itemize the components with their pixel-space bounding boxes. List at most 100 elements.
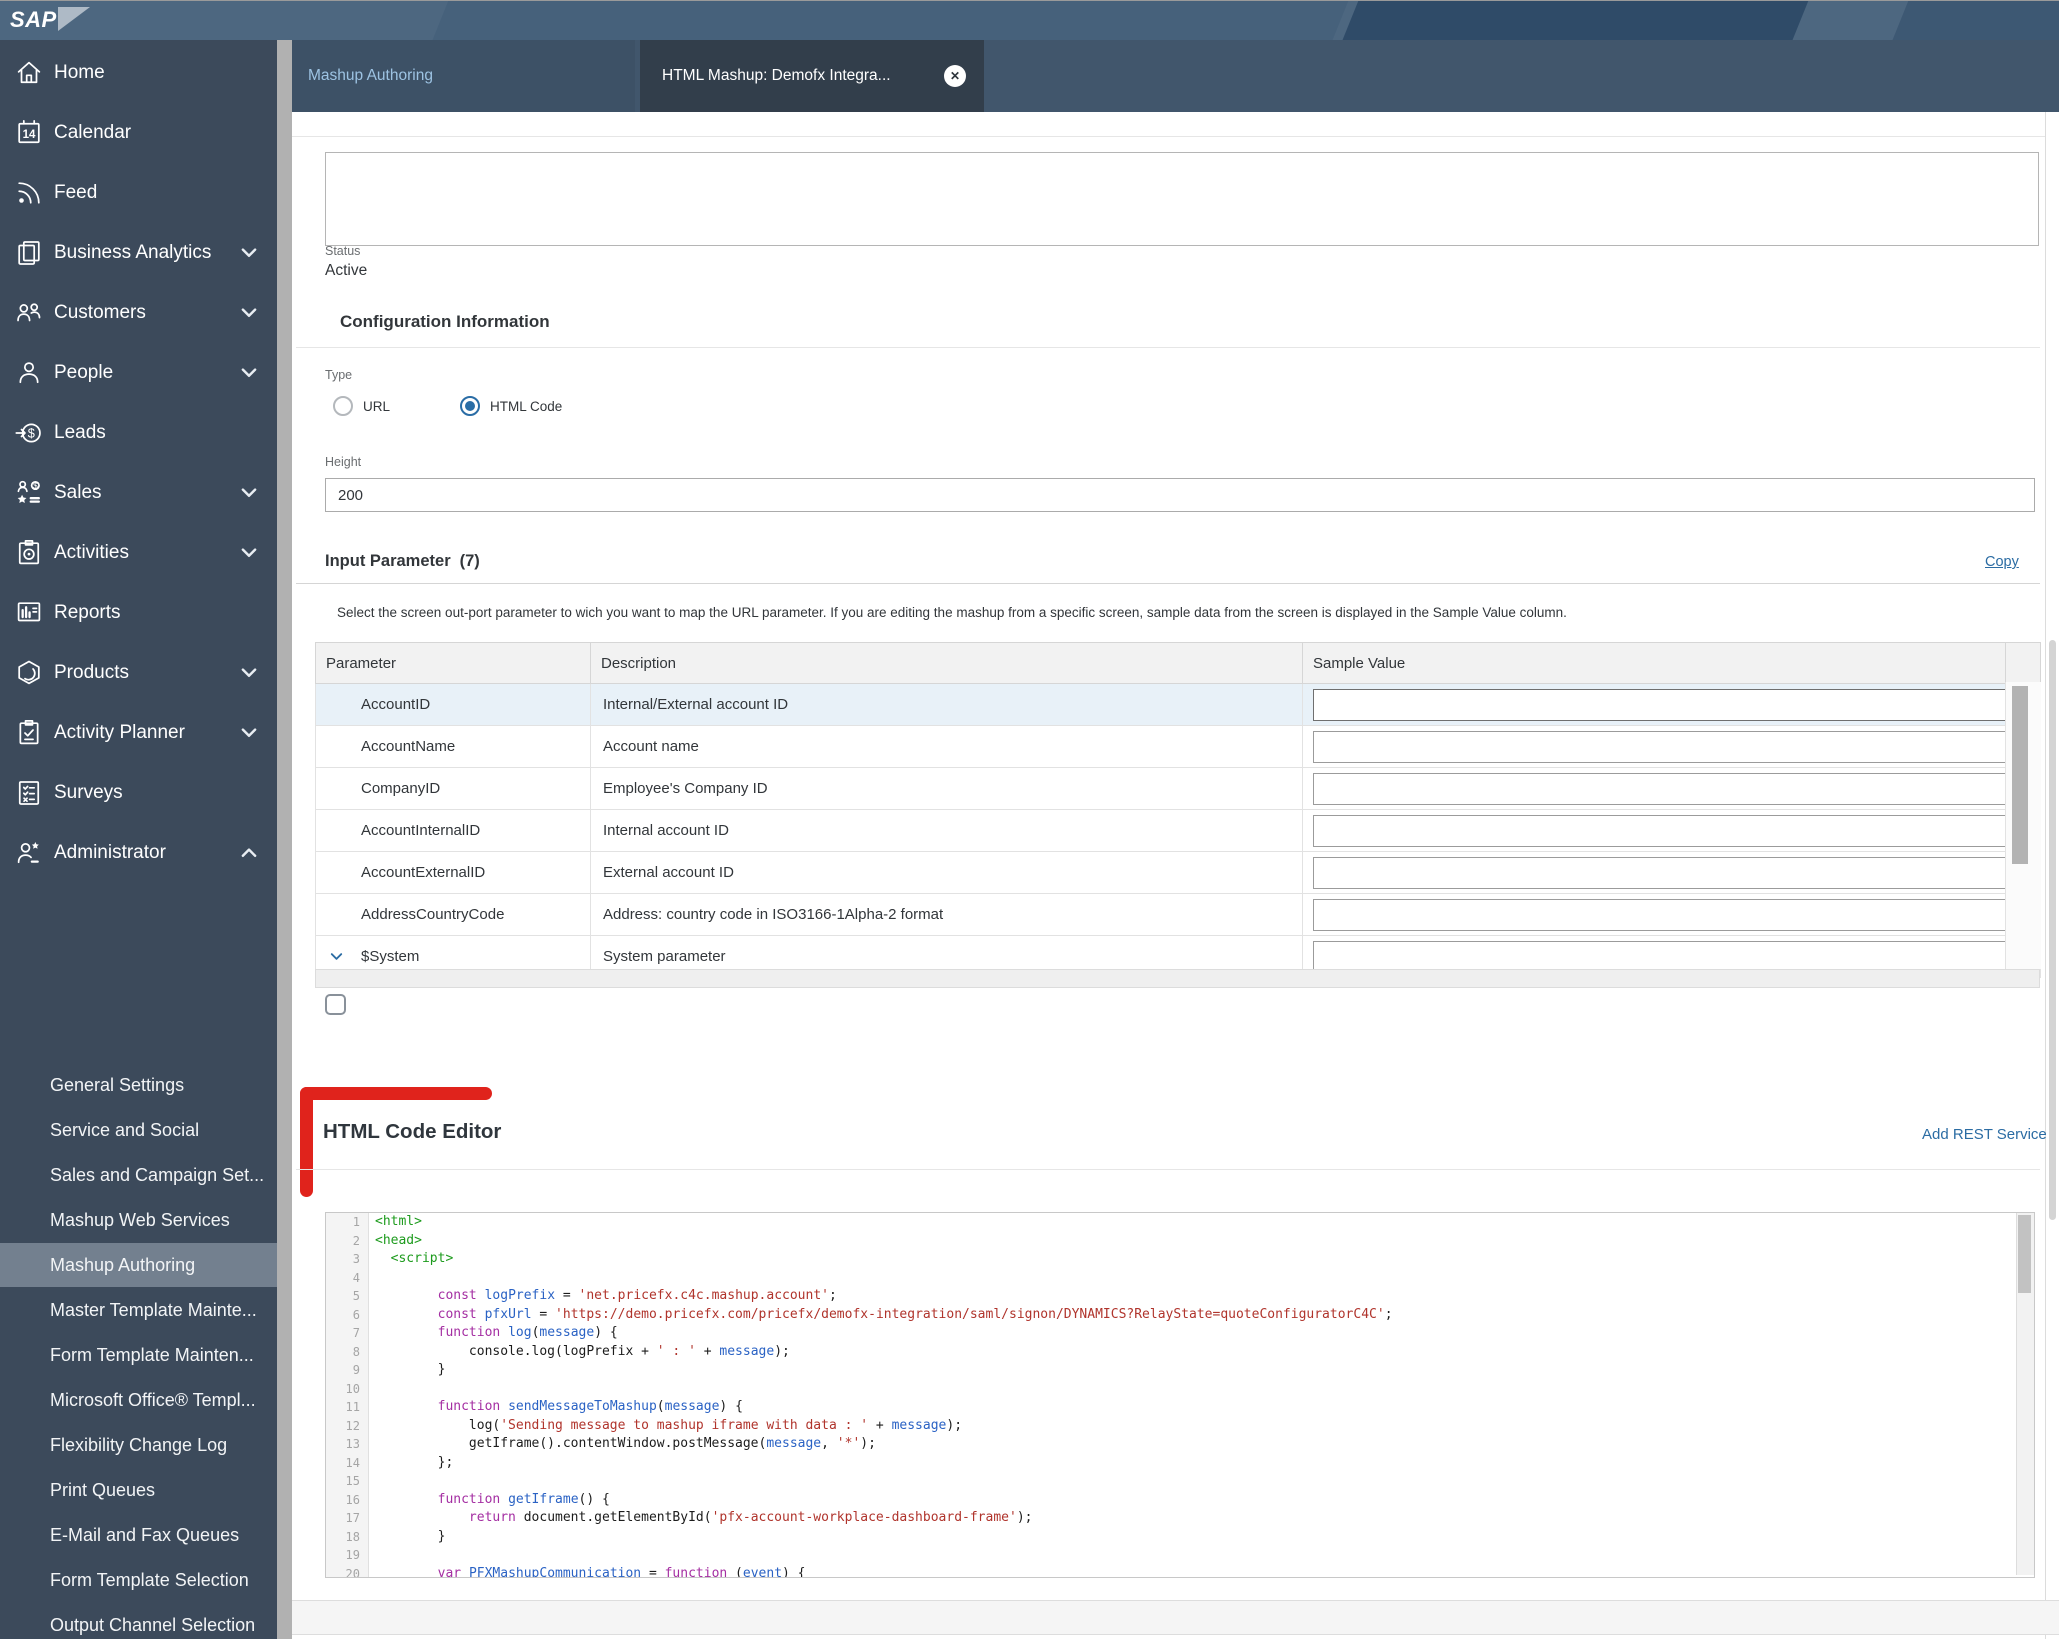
sidebar-item-products[interactable]: Products — [0, 651, 277, 695]
header-decoration — [1891, 1, 2059, 41]
radio-html-code[interactable] — [460, 396, 481, 416]
copy-link[interactable]: Copy — [1985, 554, 2019, 570]
height-input[interactable] — [325, 478, 2035, 512]
close-icon[interactable]: ✕ — [944, 65, 966, 87]
input-parameter-hint: Select the screen out-port parameter to … — [337, 605, 1567, 620]
sales-icon: $ — [14, 478, 44, 508]
table-row[interactable]: AddressCountryCode Address: country code … — [315, 893, 2041, 936]
sidebar-subitem-mashup-web-services[interactable]: Mashup Web Services — [0, 1198, 277, 1242]
sidebar-item-people[interactable]: People — [0, 351, 277, 395]
sidebar-item-calendar[interactable]: 14 Calendar — [0, 111, 277, 155]
sidebar-subitem-form-template-selection[interactable]: Form Template Selection — [0, 1558, 277, 1602]
surveys-icon — [14, 778, 44, 808]
sidebar-subitem-form-template-mainten[interactable]: Form Template Mainten... — [0, 1333, 277, 1377]
tab-html-mashup[interactable]: HTML Mashup: Demofx Integra... ✕ — [640, 40, 984, 112]
sidebar-item-administrator[interactable]: Administrator — [0, 831, 277, 875]
divider — [296, 1169, 2040, 1170]
type-radio-group: URL HTML Code — [333, 396, 632, 416]
sample-value-input[interactable] — [1313, 688, 2007, 721]
parameter-name: $System — [361, 948, 420, 965]
select-all-checkbox[interactable] — [325, 994, 346, 1015]
sidebar-subitem-master-template-mainte[interactable]: Master Template Mainte... — [0, 1288, 277, 1332]
sample-value-input[interactable] — [1313, 898, 2007, 931]
code-line: 6 const pfxUrl = 'https://demo.pricefx.c… — [326, 1305, 2034, 1324]
table-row[interactable]: AccountInternalID Internal account ID — [315, 809, 2041, 852]
html-code-editor[interactable]: 1 <html> 2 <head> 3 <script> 4 5 const logPref… — [325, 1212, 2035, 1578]
sidebar-item-reports[interactable]: Reports — [0, 591, 277, 635]
sidebar-item-sales[interactable]: $ Sales — [0, 471, 277, 515]
code-line: 1 <html> — [326, 1213, 2034, 1232]
parameter-description: Account name — [590, 725, 1303, 768]
annotation-red-bracket — [300, 1087, 492, 1100]
table-header-row: Parameter Description Sample Value — [315, 642, 2041, 684]
column-header-description: Description — [590, 642, 1303, 684]
feed-icon — [14, 178, 44, 208]
add-rest-service-link[interactable]: Add REST Service — [1922, 1126, 2047, 1143]
parameter-description: Internal/External account ID — [590, 683, 1303, 726]
column-header-spacer — [2005, 642, 2041, 684]
tab-bar: Mashup Authoring HTML Mashup: Demofx Int… — [292, 40, 2059, 112]
people-icon — [14, 358, 44, 388]
sidebar-item-home[interactable]: Home — [0, 51, 277, 95]
parameter-name: AccountID — [361, 696, 431, 713]
tab-mashup-authoring[interactable]: Mashup Authoring — [292, 40, 635, 112]
sidebar-item-label: Activities — [54, 542, 129, 563]
input-parameter-title: Input Parameter (7) — [325, 552, 480, 570]
calendar-icon: 14 — [14, 118, 44, 148]
sidebar-item-leads[interactable]: $ Leads — [0, 411, 277, 455]
sidebar-subitem-service-and-social[interactable]: Service and Social — [0, 1108, 277, 1152]
sidebar-item-activity-planner[interactable]: Activity Planner — [0, 711, 277, 755]
page-scrollbar-thumb[interactable] — [2049, 640, 2056, 1220]
sidebar-subitem-print-queues[interactable]: Print Queues — [0, 1468, 277, 1512]
line-number: 16 — [326, 1490, 369, 1509]
code-line: 20 var PFXMashupCommunication = function… — [326, 1564, 2034, 1577]
sidebar-item-label: Sales — [54, 482, 102, 503]
sidebar-subitem-output-channel-selection[interactable]: Output Channel Selection — [0, 1603, 277, 1639]
radio-url[interactable] — [333, 396, 353, 416]
sidebar-subitem-label: Form Template Selection — [50, 1569, 249, 1590]
sidebar-subitem-flexibility-change-log[interactable]: Flexibility Change Log — [0, 1423, 277, 1467]
sample-value-input[interactable] — [1313, 814, 2007, 847]
sample-value-input[interactable] — [1313, 940, 2007, 973]
table-row[interactable]: CompanyID Employee's Company ID — [315, 767, 2041, 810]
sidebar-subitem-mashup-authoring[interactable]: Mashup Authoring — [0, 1243, 277, 1287]
sample-value-input[interactable] — [1313, 772, 2007, 805]
chevron-down-icon[interactable] — [328, 948, 345, 965]
products-icon — [14, 658, 44, 688]
sidebar-item-activities[interactable]: Activities — [0, 531, 277, 575]
html-code-editor-title: HTML Code Editor — [323, 1120, 502, 1143]
tab-label: HTML Mashup: Demofx Integra... — [662, 67, 891, 84]
code-line: 19 — [326, 1546, 2034, 1565]
footer-band — [292, 1600, 2059, 1635]
line-number: 1 — [326, 1213, 369, 1232]
mashup-description-field[interactable] — [325, 152, 2039, 246]
sidebar-subitem-sales-and-campaign-set[interactable]: Sales and Campaign Set... — [0, 1153, 277, 1197]
sidebar-subitem-general-settings[interactable]: General Settings — [0, 1063, 277, 1107]
code-line: 11 function sendMessageToMashup(message)… — [326, 1398, 2034, 1417]
table-row[interactable]: AccountExternalID External account ID — [315, 851, 2041, 894]
table-horizontal-scrollbar[interactable] — [315, 969, 2040, 988]
sidebar-item-label: Feed — [54, 182, 98, 203]
parameter-name: CompanyID — [361, 780, 441, 797]
table-row[interactable]: AccountID Internal/External account ID — [315, 683, 2041, 726]
code-line: 10 — [326, 1379, 2034, 1398]
line-number: 2 — [326, 1231, 369, 1250]
sidebar-subitem-label: General Settings — [50, 1074, 185, 1095]
line-number: 10 — [326, 1379, 369, 1398]
height-label: Height — [325, 455, 362, 469]
sample-value-input[interactable] — [1313, 856, 2007, 889]
sidebar-scrollbar[interactable] — [277, 40, 292, 1639]
sidebar-item-surveys[interactable]: Surveys — [0, 771, 277, 815]
sidebar-subitem-e-mail-and-fax-queues[interactable]: E-Mail and Fax Queues — [0, 1513, 277, 1557]
table-vertical-scrollbar-thumb[interactable] — [2012, 686, 2028, 864]
table-row[interactable]: AccountName Account name — [315, 725, 2041, 768]
activities-icon — [14, 538, 44, 568]
sidebar-item-customers[interactable]: Customers — [0, 291, 277, 335]
sidebar-subitem-microsoft-office-templ[interactable]: Microsoft Office® Templ... — [0, 1378, 277, 1422]
header-decoration — [1341, 1, 1809, 41]
sample-value-input[interactable] — [1313, 730, 2007, 763]
sidebar-item-feed[interactable]: Feed — [0, 171, 277, 215]
sidebar-item-business-analytics[interactable]: Business Analytics — [0, 231, 277, 275]
code-line: 7 function log(message) { — [326, 1324, 2034, 1343]
editor-scrollbar-thumb[interactable] — [2018, 1215, 2031, 1293]
